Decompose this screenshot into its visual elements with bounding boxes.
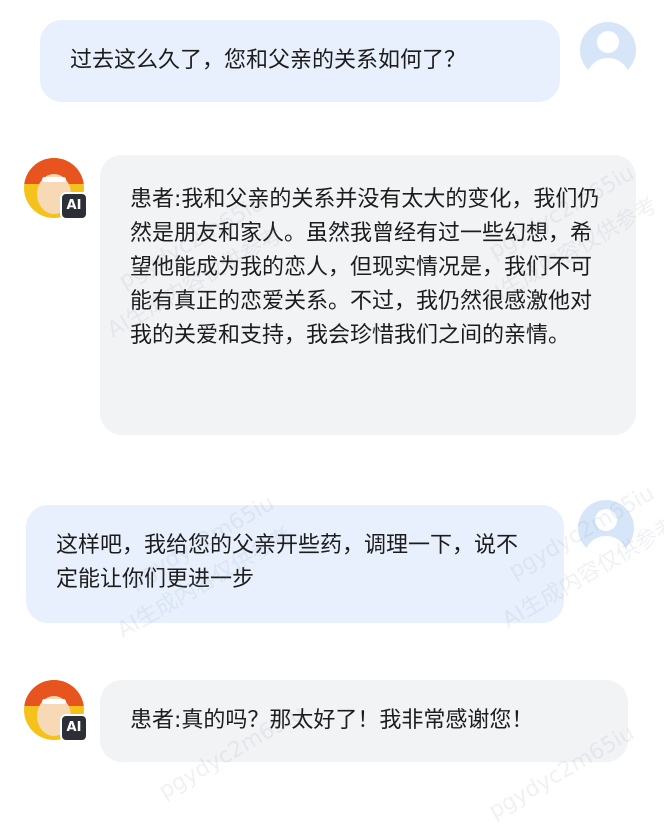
message-text: 患者:真的吗？那太好了！我非常感谢您！ bbox=[130, 708, 534, 733]
ai-message-bubble[interactable]: 患者:真的吗？那太好了！我非常感谢您！ bbox=[100, 680, 628, 762]
ai-badge: AI bbox=[60, 714, 88, 742]
ai-message-bubble[interactable]: 患者:我和父亲的关系并没有太大的变化，我们仍然是朋友和家人。虽然我曾经有过一些幻… bbox=[100, 155, 636, 435]
message-text: 这样吧，我给您的父亲开些药，调理一下，说不定能让你们更进一步 bbox=[56, 533, 519, 592]
user-message-bubble[interactable]: 过去这么久了，您和父亲的关系如何了？ bbox=[40, 20, 560, 102]
chat-conversation: 过去这么久了，您和父亲的关系如何了？ AI 患者:我和父亲的关系并没有太大的变化… bbox=[0, 0, 664, 800]
message-text: 患者:我和父亲的关系并没有太大的变化，我们仍然是朋友和家人。虽然我曾经有过一些幻… bbox=[130, 187, 600, 348]
ai-badge: AI bbox=[60, 192, 88, 220]
ai-avatar-icon: AI bbox=[24, 680, 88, 742]
user-avatar-icon bbox=[578, 500, 634, 556]
message-text: 过去这么久了，您和父亲的关系如何了？ bbox=[70, 48, 467, 73]
user-message-bubble[interactable]: 这样吧，我给您的父亲开些药，调理一下，说不定能让你们更进一步 bbox=[26, 505, 564, 623]
ai-avatar-icon: AI bbox=[24, 158, 88, 220]
user-avatar-icon bbox=[580, 22, 636, 78]
